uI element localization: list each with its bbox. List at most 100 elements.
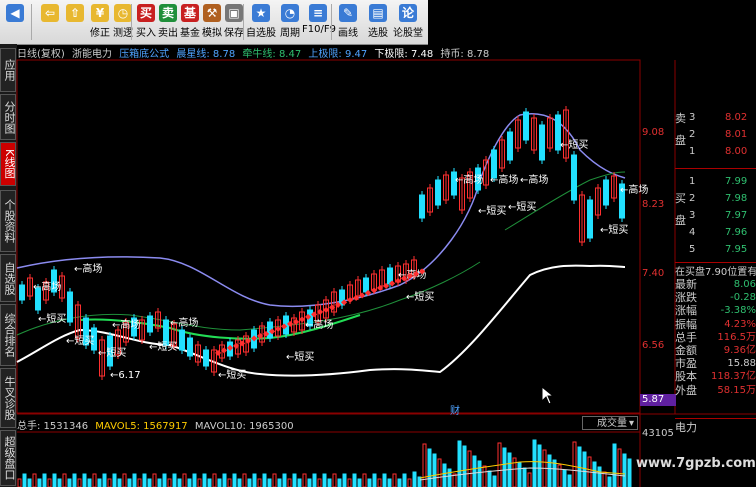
sell-signal-label: ←高场 [455, 173, 483, 186]
candle-body [67, 291, 73, 323]
stat-label: 涨跌 [675, 291, 697, 305]
volume-max-label: 43105 [642, 428, 674, 439]
volume-bar [622, 453, 627, 487]
candle-body [147, 315, 153, 333]
sell-level-1: 1 8.00 [689, 146, 748, 157]
volume-bar [87, 478, 92, 487]
stat-row: 涨幅 -3.38% [675, 304, 756, 317]
stat-row: 涨跌 -0.28 [675, 291, 756, 304]
volume-bar [582, 451, 587, 487]
volume-bar [177, 478, 182, 487]
total-volume: 总手: 1531346 [17, 421, 89, 432]
buy-signal-label: ←短买 [149, 340, 177, 353]
volume-bar [392, 473, 397, 487]
candle-body [203, 349, 209, 367]
volume-bar [342, 473, 347, 487]
stat-row: 总手 116.5万 [675, 331, 756, 344]
sell-signal-label: ←高场 [33, 280, 61, 293]
candle-body [587, 199, 593, 239]
stat-label: 振幅 [675, 317, 697, 331]
volume-bar [17, 478, 22, 487]
volume-bar [522, 467, 527, 487]
volume-bar [427, 448, 432, 487]
stat-value: -0.28 [730, 292, 756, 304]
volume-bar [407, 478, 412, 487]
volume-bars [17, 439, 632, 487]
volume-indicator-select[interactable]: 成交量 ▾ [582, 416, 638, 430]
stat-label: 市盈 [675, 357, 697, 371]
volume-bar [117, 478, 122, 487]
buy-level-3: 3 7.97 [689, 210, 748, 221]
stat-label: 股本 [675, 370, 697, 384]
volume-bar [62, 473, 67, 487]
volume-bar [532, 439, 537, 487]
volume-bar [107, 478, 112, 487]
volume-bar [472, 455, 477, 487]
volume-bar [67, 478, 72, 487]
volume-bar [262, 473, 267, 487]
volume-bar [327, 478, 332, 487]
volume-bar [617, 448, 622, 487]
stat-label: 最新 [675, 278, 697, 291]
candle-body [419, 194, 425, 219]
volume-bar [517, 462, 522, 487]
volume-bar [122, 473, 127, 487]
volume-bar [52, 473, 57, 487]
stat-row: 外盘 58.15万 [675, 384, 756, 397]
candle-body [539, 124, 545, 161]
mavol5-value: MAVOL5: 1567917 [95, 421, 188, 432]
volume-info-line: 总手: 1531346 MAVOL5: 1567917 MAVOL10: 196… [17, 417, 294, 432]
volume-bar [192, 473, 197, 487]
volume-bar [477, 460, 482, 487]
candle-body [571, 154, 577, 201]
volume-bar [207, 478, 212, 487]
volume-bar [372, 473, 377, 487]
volume-bar [592, 461, 597, 487]
volume-bar [462, 445, 467, 487]
volume-bar [42, 473, 47, 487]
volume-bar [172, 473, 177, 487]
volume-bar [447, 468, 452, 487]
signal-markers: ←高场←高场←高场 ←高场 ←高场←高场←高场 ←高场 ←高场←高场←短买←短买←短买←… [33, 138, 648, 381]
candle-body [435, 179, 441, 206]
volume-bar [132, 473, 137, 487]
volume-bar [217, 478, 222, 487]
volume-bar [527, 472, 532, 487]
volume-bar [367, 478, 372, 487]
stat-row: 市盈 15.88 [675, 357, 756, 370]
panel-divider [675, 168, 756, 169]
buy-signal-label: ←短买 [406, 290, 434, 303]
volume-bar [352, 473, 357, 487]
price-tick-3: 7.40 [642, 268, 665, 279]
volume-bar [112, 473, 117, 487]
volume-bar [572, 441, 577, 487]
mouse-cursor-icon [541, 386, 555, 405]
stat-value: 116.5万 [717, 331, 756, 343]
volume-bar [182, 473, 187, 487]
volume-bar [302, 473, 307, 487]
volume-bar [397, 478, 402, 487]
volume-bar [422, 443, 427, 487]
volume-indicator-label: 成交量 [597, 418, 627, 429]
buy-signal-label: ←短买 [218, 368, 246, 381]
buy-signal-label: ←短买 [508, 200, 536, 213]
volume-bar [162, 473, 167, 487]
sell-signal-label: ←高场 [620, 183, 648, 196]
finance-marker[interactable]: 财 [450, 402, 460, 417]
red-signal-marker: ◆ [419, 266, 426, 275]
sell-level-2: 2 8.01 [689, 129, 748, 140]
volume-bar [147, 478, 152, 487]
volume-bar [562, 469, 567, 487]
volume-bar [202, 473, 207, 487]
sector-label: 电力 [675, 418, 756, 434]
volume-bar [77, 478, 82, 487]
volume-bar [272, 473, 277, 487]
volume-bar [317, 478, 322, 487]
sell-signal-label: ←高场 [74, 262, 102, 275]
candle-body [603, 179, 609, 206]
volume-bar [247, 478, 252, 487]
volume-bar [257, 478, 262, 487]
volume-bar [222, 473, 227, 487]
volume-bar [277, 478, 282, 487]
volume-bar [557, 464, 562, 487]
